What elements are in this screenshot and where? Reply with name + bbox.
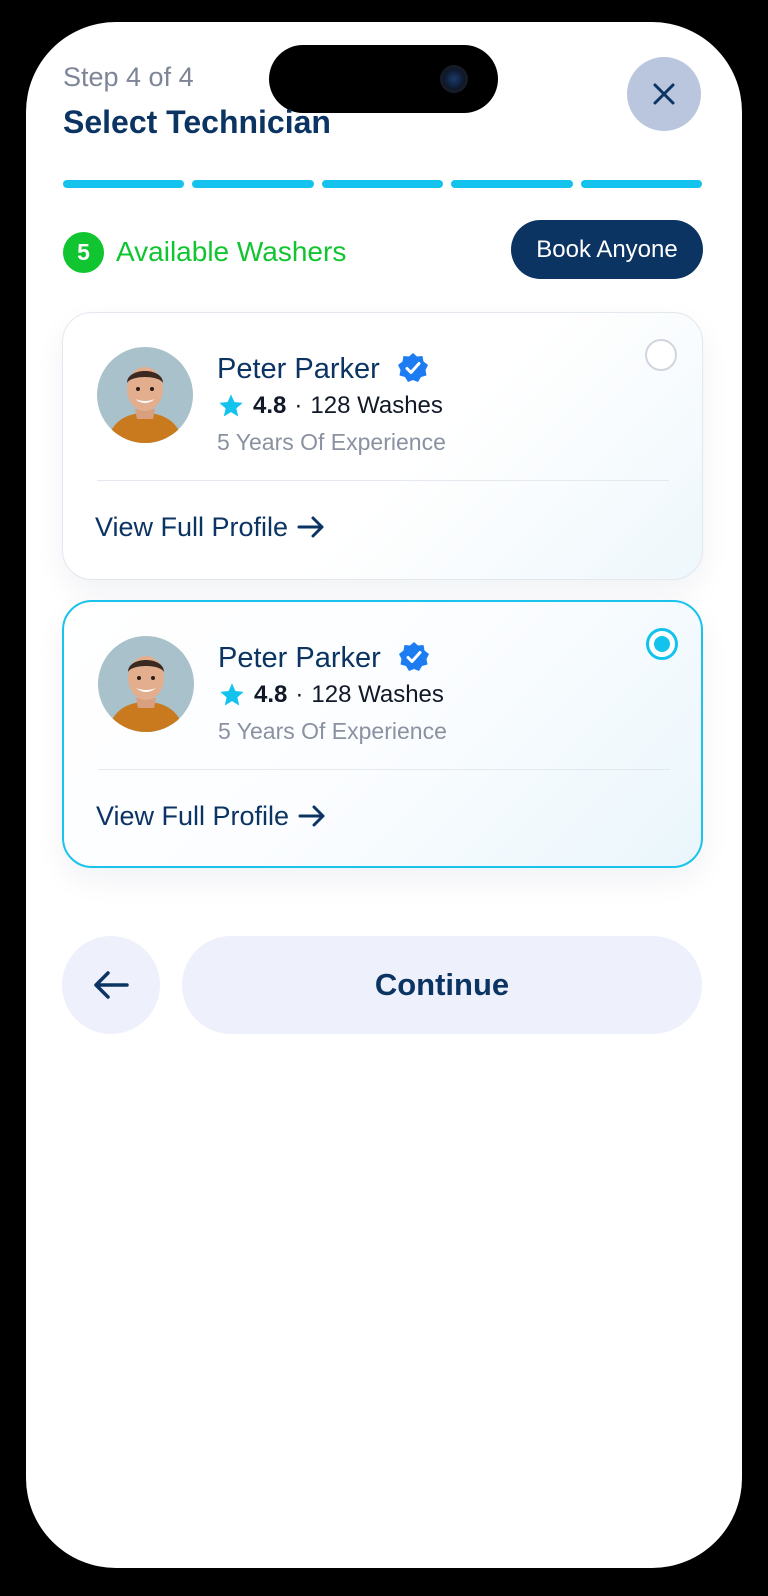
arrow-left-icon [94, 971, 129, 999]
arrow-right-icon [298, 805, 325, 827]
experience-text: 5 Years Of Experience [218, 718, 447, 744]
progress-bar [63, 180, 703, 188]
book-anyone-button[interactable]: Book Anyone [511, 220, 703, 279]
arrow-right-icon [297, 516, 324, 538]
continue-button[interactable]: Continue [182, 936, 702, 1034]
page-title: Select Technician [63, 104, 331, 140]
technician-name: Peter Parker [217, 353, 380, 385]
available-washers-label: Available Washers [116, 236, 347, 267]
progress-segment [63, 180, 185, 188]
star-icon [220, 683, 244, 706]
rating-value: 4.8 [254, 681, 288, 708]
close-button[interactable] [627, 57, 701, 131]
step-indicator: Step 4 of 4 [63, 62, 194, 92]
view-full-profile-link[interactable]: View Full Profile [96, 798, 327, 834]
separator-dot: · [294, 392, 303, 419]
washes-count: 128 Washes [311, 681, 444, 708]
rating-value: 4.8 [253, 392, 287, 419]
technician-card[interactable]: Peter Parker 4.8 · 128 Washes 5 Years Of… [62, 312, 703, 580]
dynamic-island [269, 45, 498, 113]
progress-segment [321, 180, 444, 188]
technician-card-selected[interactable]: Peter Parker 4.8 · 128 Washes 5 Years Of… [62, 600, 703, 868]
avatar [98, 636, 194, 732]
avatar [97, 347, 193, 443]
select-radio-checked[interactable] [646, 628, 678, 660]
phone-screen: Step 4 of 4 Select Technician 5 Availabl… [26, 22, 742, 1568]
view-full-profile-link[interactable]: View Full Profile [95, 509, 326, 545]
close-icon [653, 83, 675, 105]
verified-badge-icon [398, 353, 428, 382]
available-count-badge: 5 [63, 232, 104, 273]
progress-segment [580, 180, 703, 188]
progress-segment [192, 180, 314, 188]
view-full-profile-label: View Full Profile [96, 800, 290, 831]
rating-row: 4.8 · 128 Washes [217, 389, 443, 423]
rating-row: 4.8 · 128 Washes [218, 678, 444, 712]
divider [98, 769, 670, 770]
experience-text: 5 Years Of Experience [217, 429, 446, 455]
progress-segment [451, 180, 573, 188]
star-icon [219, 394, 243, 417]
verified-badge-icon [399, 642, 429, 671]
separator-dot: · [295, 681, 304, 708]
view-full-profile-label: View Full Profile [95, 511, 289, 542]
divider [97, 480, 669, 481]
select-radio[interactable] [645, 339, 677, 371]
camera-icon [440, 65, 468, 93]
washes-count: 128 Washes [310, 392, 443, 419]
technician-name: Peter Parker [218, 642, 381, 674]
back-button[interactable] [62, 936, 160, 1034]
